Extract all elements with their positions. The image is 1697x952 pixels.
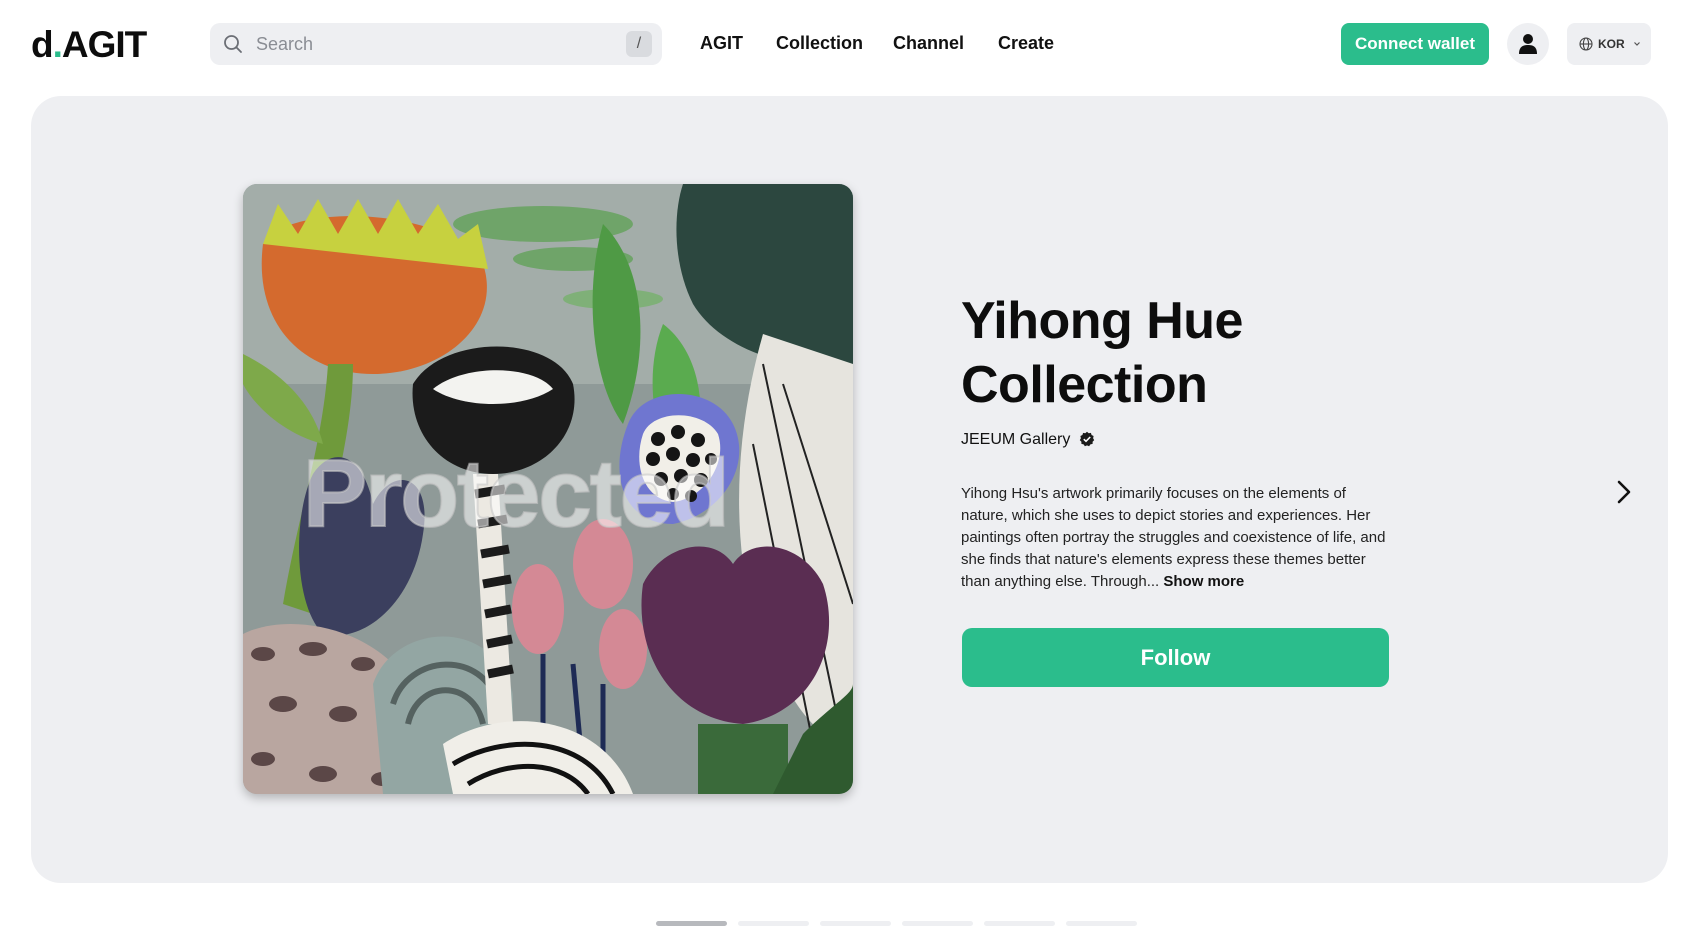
collection-description: Yihong Hsu's artwork primarily focuses o… <box>961 483 1391 593</box>
creator-name[interactable]: JEEUM Gallery <box>961 431 1070 449</box>
pager-dot-1[interactable] <box>656 921 727 926</box>
pager-dot-2[interactable] <box>738 921 809 926</box>
verified-icon <box>1079 431 1095 447</box>
search-input[interactable]: Search / <box>210 23 662 65</box>
logo-suffix: AGIT <box>61 24 147 65</box>
user-icon <box>1519 34 1537 54</box>
search-icon <box>224 35 242 53</box>
logo-prefix: d <box>31 24 54 65</box>
collection-title-line1: Yihong Hue <box>961 292 1243 350</box>
language-code: KOR <box>1598 37 1625 51</box>
collection-artwork[interactable]: Protected <box>243 184 853 794</box>
pager-dot-6[interactable] <box>1066 921 1137 926</box>
search-shortcut-key: / <box>626 31 652 57</box>
connect-wallet-button[interactable]: Connect wallet <box>1341 23 1489 65</box>
chevron-right-icon[interactable] <box>1614 478 1634 506</box>
pager-dot-5[interactable] <box>984 921 1055 926</box>
nav-channel[interactable]: Channel <box>893 33 964 54</box>
globe-icon <box>1579 37 1593 51</box>
featured-collection-banner: Protected Yihong Hue Collection JEEUM Ga… <box>31 96 1668 883</box>
logo[interactable]: d.AGIT <box>31 24 147 65</box>
pager-dot-3[interactable] <box>820 921 891 926</box>
protected-watermark: Protected <box>302 439 731 548</box>
follow-button[interactable]: Follow <box>962 628 1389 687</box>
show-more-link[interactable]: Show more <box>1163 573 1244 590</box>
search-placeholder: Search <box>256 34 314 54</box>
top-header: d.AGIT Search / AGIT Collection Channel … <box>0 0 1697 88</box>
user-profile-button[interactable] <box>1507 23 1549 65</box>
nav-agit[interactable]: AGIT <box>700 33 743 54</box>
logo-dot: . <box>52 24 63 65</box>
collection-title-line2: Collection <box>961 356 1208 414</box>
language-selector[interactable]: KOR <box>1567 23 1651 65</box>
collection-title: Yihong Hue Collection <box>961 289 1481 417</box>
chevron-down-icon <box>1634 42 1640 46</box>
nav-create[interactable]: Create <box>998 33 1054 54</box>
pager-dot-4[interactable] <box>902 921 973 926</box>
nav-collection[interactable]: Collection <box>776 33 863 54</box>
